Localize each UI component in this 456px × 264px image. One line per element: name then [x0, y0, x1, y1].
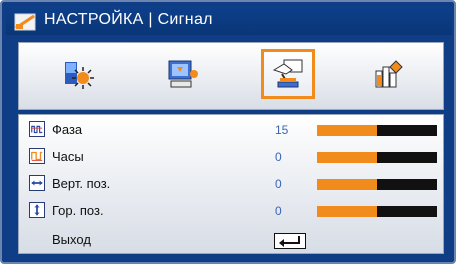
phase-value: 15: [275, 123, 289, 137]
category-tabs: [18, 42, 444, 110]
list-item-exit[interactable]: Выход: [19, 229, 443, 251]
osd-menu: НАСТРОЙКА | Сигнал Фаза 15 Часы 0 Верт. …: [0, 0, 456, 264]
tab-image[interactable]: [51, 49, 105, 99]
image-settings-icon: [65, 62, 94, 89]
horizontal-position-icon: [29, 202, 45, 218]
settings-list: Фаза 15 Часы 0 Верт. поз. 0 Гор. поз. 0 …: [18, 114, 444, 254]
page-title: НАСТРОЙКА | Сигнал: [44, 11, 213, 28]
clock-icon: [29, 148, 45, 164]
list-item-clock[interactable]: Часы 0: [19, 146, 443, 168]
settings-title-icon: [14, 13, 36, 31]
enter-return-icon: [279, 236, 300, 247]
setup-settings-icon: [272, 59, 303, 88]
phase-slider[interactable]: [317, 125, 437, 136]
tab-display[interactable]: [156, 49, 210, 99]
tab-setup[interactable]: [261, 49, 315, 99]
phase-icon: [29, 121, 45, 137]
exit-button[interactable]: [274, 233, 306, 249]
vertical-position-value: 0: [275, 177, 282, 191]
list-item-vertical-position[interactable]: Верт. поз. 0: [19, 173, 443, 195]
vertical-position-icon: [29, 175, 45, 191]
horizontal-position-label: Гор. поз.: [52, 203, 104, 218]
list-item-phase[interactable]: Фаза 15: [19, 119, 443, 141]
tab-options[interactable]: [361, 49, 415, 99]
list-item-horizontal-position[interactable]: Гор. поз. 0: [19, 200, 443, 222]
horizontal-position-slider-fill: [317, 206, 377, 217]
exit-label: Выход: [52, 232, 91, 247]
clock-label: Часы: [52, 149, 84, 164]
horizontal-position-slider[interactable]: [317, 206, 437, 217]
vertical-position-slider-fill: [317, 179, 377, 190]
clock-slider-fill: [317, 152, 377, 163]
title-bar: НАСТРОЙКА | Сигнал: [6, 7, 452, 35]
vertical-position-label: Верт. поз.: [52, 176, 111, 191]
horizontal-position-value: 0: [275, 204, 282, 218]
phase-label: Фаза: [52, 122, 83, 137]
options-settings-icon: [375, 60, 403, 88]
display-settings-icon: [168, 60, 198, 88]
vertical-position-slider[interactable]: [317, 179, 437, 190]
phase-slider-fill: [317, 125, 377, 136]
clock-value: 0: [275, 150, 282, 164]
clock-slider[interactable]: [317, 152, 437, 163]
